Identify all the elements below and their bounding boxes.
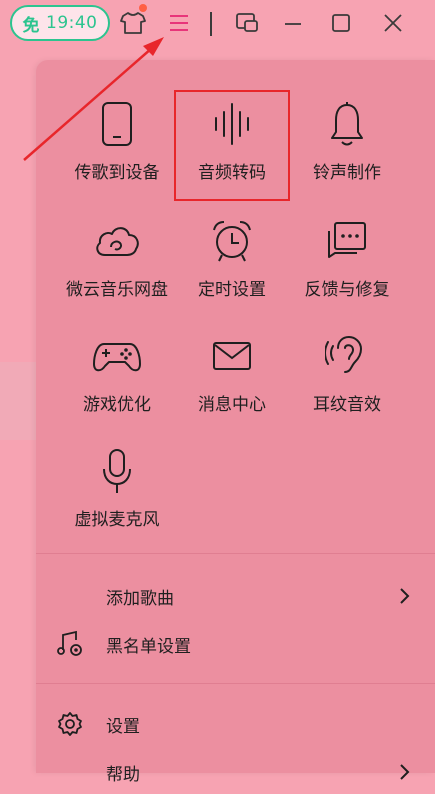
grid-item-feedback-repair[interactable]: 反馈与修复 [290, 213, 404, 323]
grid-item-label: 虚拟麦克风 [74, 510, 160, 530]
menu-item-settings[interactable]: 设置 [36, 702, 435, 746]
grid-item-timer-settings[interactable]: 定时设置 [175, 213, 289, 323]
menu-item-label: 添加歌曲 [106, 588, 174, 609]
chevron-right-icon [397, 762, 411, 782]
microphone-icon [101, 443, 133, 499]
menu-item-label: 黑名单设置 [106, 636, 191, 657]
background-panel [0, 362, 40, 440]
grid-item-label: 反馈与修复 [304, 280, 390, 300]
cloud-icon [93, 213, 141, 269]
menu-item-label: 设置 [106, 716, 140, 737]
ear-icon [325, 328, 369, 384]
grid-item-earprint-sound[interactable]: 耳纹音效 [290, 328, 404, 438]
grid-item-message-center[interactable]: 消息中心 [175, 328, 289, 438]
grid-item-label: 消息中心 [198, 395, 266, 415]
menu-item-label: 帮助 [106, 764, 140, 785]
grid-item-weiyun-drive[interactable]: 微云音乐网盘 [60, 213, 174, 323]
menu-item-add-songs[interactable]: 添加歌曲 [36, 574, 435, 618]
mail-icon [212, 328, 252, 384]
gear-icon [56, 710, 84, 738]
grid-item-virtual-microphone[interactable]: 虚拟麦克风 [60, 443, 174, 553]
feedback-icon [325, 213, 369, 269]
gamepad-icon [92, 328, 142, 384]
annotation-arrow [23, 37, 164, 161]
alarm-clock-icon [210, 213, 254, 269]
grid-item-label: 微云音乐网盘 [66, 280, 168, 300]
grid-item-label: 耳纹音效 [313, 395, 381, 415]
chevron-right-icon [397, 586, 411, 606]
menu-separator [36, 683, 435, 684]
grid-item-label: 游戏优化 [83, 395, 151, 415]
grid-item-game-optimization[interactable]: 游戏优化 [60, 328, 174, 438]
music-settings-icon [56, 630, 84, 658]
menu-item-blacklist-settings[interactable]: 黑名单设置 [36, 622, 435, 666]
menu-item-help[interactable]: 帮助 [36, 750, 435, 794]
menu-separator [36, 553, 435, 554]
grid-item-label: 定时设置 [198, 280, 266, 300]
